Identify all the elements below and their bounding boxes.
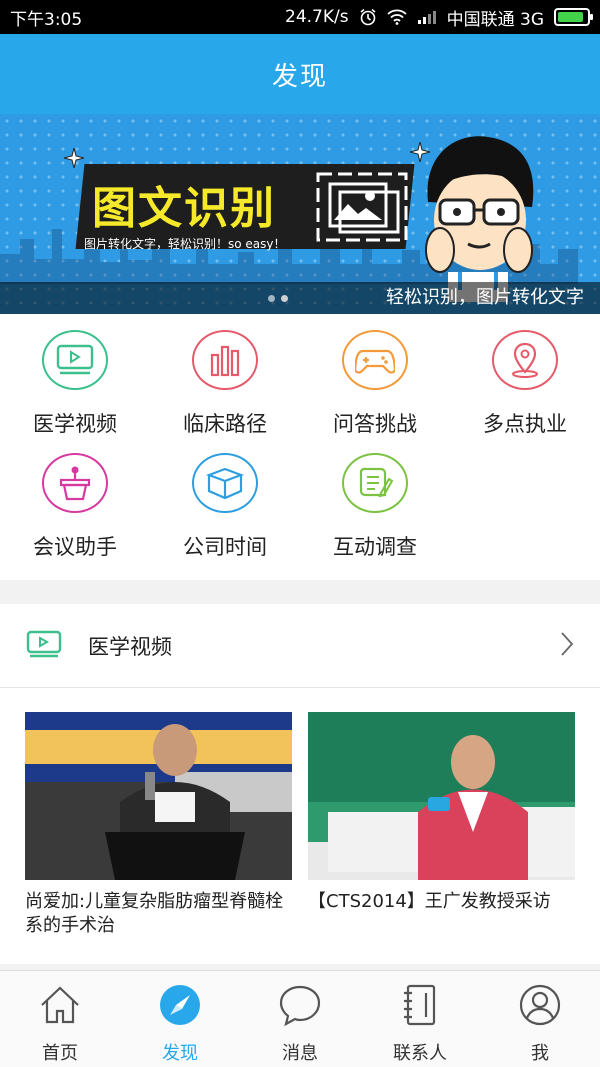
box-icon: [192, 453, 258, 513]
banner-subline: 图片转化文字，轻松识别！so easy！: [84, 237, 286, 251]
pager-dot[interactable]: [268, 295, 275, 302]
video-thumbnail[interactable]: [308, 712, 575, 880]
video-card[interactable]: 尚爱加:儿童复杂脂肪瘤型脊髓栓系的手术治: [25, 712, 292, 938]
chat-bubble-icon: [278, 983, 322, 1031]
feature-item[interactable]: 公司时间: [150, 441, 300, 561]
feature-label: 公司时间: [183, 535, 267, 559]
feature-item[interactable]: 医学视频: [0, 318, 150, 438]
sparkle-icon: [63, 147, 85, 172]
tab-contacts-book[interactable]: 联系人: [360, 971, 480, 1067]
carrier-label: 中国联通 3G: [446, 9, 544, 30]
video-title[interactable]: 【CTS2014】王广发教授采访: [308, 890, 575, 914]
app-screen: 下午3:05 24.7K/s 中国联通 3G 发现 图文识别 图片转化文字，轻松…: [0, 0, 600, 1067]
page-title: 发现: [271, 61, 328, 92]
pager-dot[interactable]: [281, 295, 288, 302]
tab-label: 首页: [42, 1043, 78, 1064]
alarm-icon: [359, 8, 377, 26]
feature-label: 临床路径: [183, 412, 267, 436]
contacts-book-icon: [398, 983, 442, 1031]
bars-icon: [192, 330, 258, 390]
video-icon: [26, 630, 62, 662]
feature-label: 会议助手: [33, 535, 117, 559]
banner-caption: 轻松识别，图片转化文字: [386, 287, 584, 308]
location-icon: [492, 330, 558, 390]
feature-label: 医学视频: [33, 412, 117, 436]
promo-banner[interactable]: 图文识别 图片转化文字，轻松识别！so easy！ 轻松识别，图片转化文字: [0, 114, 600, 314]
feature-item[interactable]: 多点执业: [450, 318, 600, 438]
feature-label: 互动调查: [333, 535, 417, 559]
user-icon: [518, 983, 562, 1031]
feature-item[interactable]: 临床路径: [150, 318, 300, 438]
tab-compass[interactable]: 发现: [120, 971, 240, 1067]
video-card[interactable]: 【CTS2014】王广发教授采访: [308, 712, 575, 938]
section-header[interactable]: 医学视频: [0, 604, 600, 688]
survey-icon: [342, 453, 408, 513]
status-time: 下午3:05: [10, 9, 83, 30]
feature-label: 问答挑战: [333, 412, 417, 436]
battery-icon: [554, 8, 593, 26]
tab-label: 联系人: [393, 1043, 447, 1064]
network-speed: 24.7K/s: [285, 7, 349, 27]
wifi-icon: [386, 9, 407, 25]
status-right: 24.7K/s 中国联通 3G: [285, 5, 593, 30]
feature-label: 多点执业: [483, 412, 567, 436]
compass-icon: [158, 983, 202, 1031]
feature-item[interactable]: 问答挑战: [300, 318, 450, 438]
doctor-mascot-illustration: [425, 136, 534, 302]
banner-headline: 图文识别: [92, 183, 276, 234]
medical-video-section: 医学视频 尚爱加:儿童复杂脂肪瘤型脊髓栓系的手术治 【CTS2014】王广发教授…: [0, 604, 600, 964]
video-thumbnail[interactable]: [25, 712, 292, 880]
tab-label: 我: [531, 1043, 549, 1064]
gamepad-icon: [342, 330, 408, 390]
section-title: 医学视频: [88, 634, 172, 659]
signal-icon: [417, 9, 437, 25]
tab-label: 消息: [282, 1043, 318, 1064]
feature-item[interactable]: 会议助手: [0, 441, 150, 561]
banner-pager: [268, 295, 288, 302]
battery-fill: [558, 12, 584, 22]
home-icon: [38, 983, 82, 1031]
video-list: 尚爱加:儿童复杂脂肪瘤型脊髓栓系的手术治 【CTS2014】王广发教授采访: [0, 688, 600, 938]
feature-item[interactable]: 互动调查: [300, 441, 450, 561]
bottom-tab-bar: 首页 发现 消息 联系人 我: [0, 970, 600, 1067]
tab-home[interactable]: 首页: [0, 971, 120, 1067]
video-title[interactable]: 尚爱加:儿童复杂脂肪瘤型脊髓栓系的手术治: [25, 890, 292, 938]
podium-icon: [42, 453, 108, 513]
feature-grid: 医学视频 临床路径 问答挑战 多点执业会议助手 公司时间 互动调查: [0, 314, 600, 580]
photo-icon: [316, 172, 408, 242]
top-header: 发现: [0, 34, 600, 114]
tab-user[interactable]: 我: [480, 971, 600, 1067]
status-bar: 下午3:05 24.7K/s 中国联通 3G: [0, 0, 600, 34]
video-icon: [42, 330, 108, 390]
tab-chat-bubble[interactable]: 消息: [240, 971, 360, 1067]
chevron-right-icon[interactable]: [560, 631, 574, 661]
tab-label: 发现: [162, 1043, 198, 1064]
